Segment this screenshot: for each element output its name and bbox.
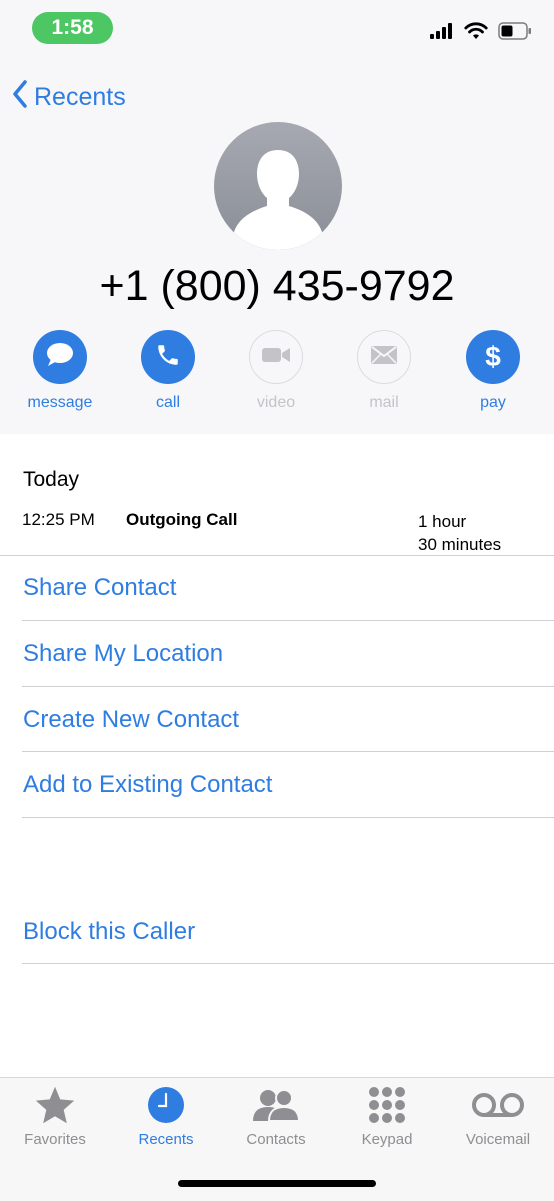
call-log-time: 12:25 PM — [22, 510, 95, 529]
mail-icon — [370, 345, 398, 370]
block-caller-button[interactable]: Block this Caller — [23, 918, 195, 946]
tab-voicemail-label: Voicemail — [465, 1131, 531, 1148]
tab-recents-label: Recents — [138, 1131, 194, 1148]
video-action[interactable]: video — [226, 330, 326, 412]
divider — [22, 963, 554, 964]
pay-label: pay — [480, 394, 506, 411]
dollar-icon: $ — [485, 341, 501, 372]
tab-keypad[interactable]: Keypad — [332, 1085, 442, 1148]
tab-recents[interactable]: Recents — [111, 1085, 221, 1148]
contacts-icon — [250, 1087, 302, 1128]
wifi-icon — [464, 22, 488, 45]
tab-contacts-label: Contacts — [246, 1131, 306, 1148]
share-location-button[interactable]: Share My Location — [23, 640, 223, 668]
home-indicator[interactable] — [178, 1180, 376, 1187]
call-log-duration-minutes: 30 minutes — [418, 535, 502, 554]
divider — [22, 620, 554, 621]
create-contact-button[interactable]: Create New Contact — [23, 706, 239, 734]
back-button[interactable]: Recents — [12, 80, 126, 115]
mail-button[interactable] — [357, 330, 411, 384]
keypad-icon — [367, 1085, 407, 1130]
battery-icon — [498, 22, 532, 45]
phone-icon — [155, 342, 181, 373]
call-label: call — [155, 394, 180, 411]
divider — [0, 555, 554, 556]
status-icons — [430, 22, 532, 45]
video-button[interactable] — [249, 330, 303, 384]
clock-icon — [147, 1086, 185, 1129]
tab-favorites-label: Favorites — [24, 1131, 86, 1148]
divider — [22, 751, 554, 752]
voicemail-icon — [470, 1091, 526, 1124]
call-log-type: Outgoing Call — [126, 510, 238, 529]
video-icon — [261, 345, 291, 370]
back-button-label: Recents — [34, 83, 126, 111]
tab-contacts[interactable]: Contacts — [221, 1085, 331, 1148]
mail-action[interactable]: mail — [334, 330, 434, 412]
mail-label: mail — [369, 394, 399, 411]
signal-icon — [430, 23, 454, 44]
contact-phone-number: +1 (800) 435-9792 — [99, 262, 455, 310]
contact-avatar — [214, 122, 342, 250]
message-icon — [45, 342, 75, 373]
tab-keypad-label: Keypad — [361, 1131, 413, 1148]
call-log-duration: 1 hour 30 minutes — [418, 510, 538, 556]
divider — [22, 686, 554, 687]
call-log-duration-hours: 1 hour — [418, 512, 467, 531]
chevron-left-icon — [12, 80, 34, 115]
video-label: video — [256, 394, 296, 411]
message-label: message — [27, 394, 93, 411]
divider — [22, 817, 554, 818]
message-button[interactable] — [33, 330, 87, 384]
star-icon — [34, 1085, 76, 1130]
pay-action[interactable]: $ pay — [443, 330, 543, 412]
message-action[interactable]: message — [10, 330, 110, 412]
tab-favorites[interactable]: Favorites — [0, 1085, 110, 1148]
share-contact-button[interactable]: Share Contact — [23, 574, 176, 602]
pay-button[interactable]: $ — [466, 330, 520, 384]
add-existing-contact-button[interactable]: Add to Existing Contact — [23, 771, 272, 799]
tab-voicemail[interactable]: Voicemail — [443, 1085, 553, 1148]
call-log-heading: Today — [23, 468, 80, 491]
person-silhouette-icon — [234, 150, 322, 250]
status-time[interactable]: 1:58 — [32, 12, 113, 44]
call-action[interactable]: call — [118, 330, 218, 412]
call-button[interactable] — [141, 330, 195, 384]
